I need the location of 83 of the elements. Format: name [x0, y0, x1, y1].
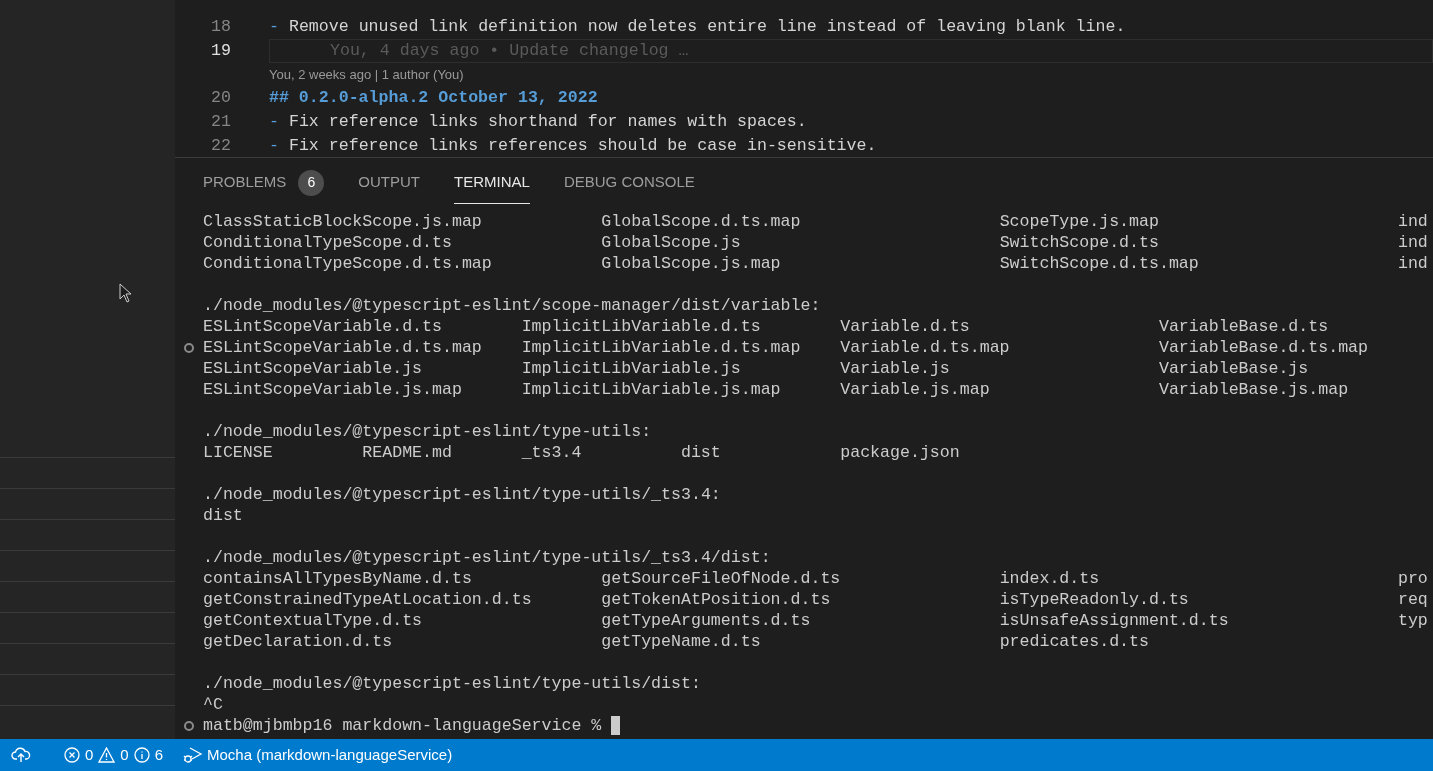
file-name: predicates.d.ts: [999, 632, 1149, 651]
file-name: ind: [1397, 233, 1428, 252]
panel-tab[interactable]: DEBUG CONSOLE: [563, 162, 695, 204]
file-name: ^C: [203, 695, 223, 714]
file-name: GlobalScope.js.map: [601, 254, 781, 273]
file-name: package.json: [840, 443, 960, 462]
terminal-line: ./node_modules/@typescript-eslint/type-utils:: [203, 421, 652, 442]
file-name: VariableBase.js.map: [1158, 380, 1349, 399]
file-name: ConditionalTypeScope.d.ts: [203, 233, 452, 252]
command-marker-icon: [184, 720, 194, 731]
file-name: ESLintScopeVariable.js: [203, 359, 423, 378]
panel-tab[interactable]: TERMINAL: [454, 162, 530, 204]
line-number: 22: [210, 134, 231, 157]
blame-annotation: You, 4 days ago • Update changelog …: [330, 39, 689, 62]
file-name: getSourceFileOfNode.d.ts: [601, 569, 841, 588]
file-name: getConstrainedTypeAtLocation.d.ts: [203, 590, 532, 609]
file-name: getDeclaration.d.ts: [203, 632, 393, 651]
file-name: isUnsafeAssignment.d.ts: [999, 611, 1229, 630]
cloud-upload-icon[interactable]: [11, 747, 31, 763]
file-name: dist: [680, 443, 721, 462]
problems-status[interactable]: 0 0 6: [64, 743, 164, 767]
file-name: getTokenAtPosition.d.ts: [601, 590, 831, 609]
terminal-line: ./node_modules/@typescript-eslint/scope-manager/dist/variable:: [203, 295, 821, 316]
file-name: ImplicitLibVariable.d.ts.map: [521, 338, 801, 357]
line-number: 19: [210, 39, 231, 62]
file-name: Variable.js.map: [840, 380, 990, 399]
file-name: VariableBase.d.ts: [1158, 317, 1329, 336]
file-name: containsAllTypesByName.d.ts: [203, 569, 472, 588]
debug-run-icon: [183, 746, 204, 764]
line-number: 21: [210, 110, 231, 133]
line-number: 18: [210, 15, 231, 38]
codelens-text[interactable]: You, 2 weeks ago | 1 author (You): [269, 64, 464, 85]
terminal-line: ./node_modules/@typescript-eslint/type-utils/_ts3.4/dist:: [203, 547, 771, 568]
heading-line: ## 0.2.0-alpha.2 October 13, 2022: [269, 86, 598, 109]
file-name: README.md: [362, 443, 452, 462]
file-name: getTypeArguments.d.ts: [601, 611, 811, 630]
file-name: pro: [1397, 569, 1428, 588]
file-name: SwitchScope.d.ts: [999, 233, 1159, 252]
file-name: req: [1397, 590, 1428, 609]
line-number: 20: [210, 86, 231, 109]
file-name: VariableBase.d.ts.map: [1158, 338, 1369, 357]
file-name: ESLintScopeVariable.js.map: [203, 380, 462, 399]
debug-status[interactable]: Mocha (markdown-languageService): [183, 743, 453, 767]
file-name: ind: [1397, 212, 1428, 231]
code-line: - Fix reference links references should be case in-sensitive.: [269, 134, 877, 157]
code-line: - Remove unused link definition now deletes entire line instead of leaving blank line.: [269, 15, 1126, 38]
file-name: ImplicitLibVariable.js: [521, 359, 741, 378]
shell-prompt: matb@mjbmbp16 markdown-languageService %: [203, 715, 602, 736]
terminal-line: ./node_modules/@typescript-eslint/type-utils/dist:: [203, 673, 701, 694]
panel-tab[interactable]: OUTPUT: [358, 162, 421, 204]
panel-tab[interactable]: PROBLEMS 6: [203, 162, 325, 204]
file-name: ScopeType.js.map: [999, 212, 1159, 231]
file-name: getContextualType.d.ts: [203, 611, 423, 630]
pointer-icon: [119, 283, 133, 303]
text-cursor: [611, 716, 621, 735]
file-name: ConditionalTypeScope.d.ts.map: [203, 254, 492, 273]
file-name: ImplicitLibVariable.js.map: [521, 380, 781, 399]
info-icon: [133, 747, 150, 763]
file-name: Variable.js: [840, 359, 950, 378]
warning-icon: [98, 747, 116, 763]
file-name: SwitchScope.d.ts.map: [999, 254, 1199, 273]
file-name: GlobalScope.js: [601, 233, 741, 252]
file-name: ImplicitLibVariable.d.ts: [521, 317, 761, 336]
file-name: ESLintScopeVariable.d.ts: [203, 317, 442, 336]
file-name: index.d.ts: [999, 569, 1100, 588]
code-line: - Fix reference links shorthand for names with spaces.: [269, 110, 807, 133]
file-name: Variable.d.ts.map: [840, 338, 1010, 357]
error-icon: [64, 747, 80, 763]
file-name: GlobalScope.d.ts.map: [601, 212, 801, 231]
file-name: ind: [1397, 254, 1428, 273]
file-name: getTypeName.d.ts: [601, 632, 761, 651]
count-badge: 6: [298, 169, 325, 196]
command-marker-icon: [184, 342, 194, 353]
file-name: ClassStaticBlockScope.js.map: [203, 212, 482, 231]
terminal-line: ./node_modules/@typescript-eslint/type-utils/_ts3.4:: [203, 484, 721, 505]
file-name: dist: [203, 506, 243, 525]
file-name: typ: [1397, 611, 1428, 630]
file-name: _ts3.4: [521, 443, 582, 462]
file-name: VariableBase.js: [1158, 359, 1309, 378]
file-name: LICENSE: [203, 443, 273, 462]
file-name: isTypeReadonly.d.ts: [999, 590, 1189, 609]
file-name: Variable.d.ts: [840, 317, 970, 336]
file-name: ESLintScopeVariable.d.ts.map: [203, 338, 482, 357]
